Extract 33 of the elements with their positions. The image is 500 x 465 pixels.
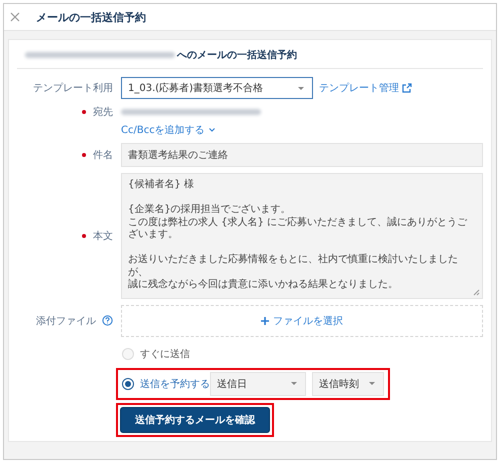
body-text-line: {企業名}の採用担当でございます。 [128, 204, 292, 216]
template-link[interactable]: テンプレート管理 [319, 81, 399, 95]
field-label: 宛先 [93, 106, 113, 119]
close-icon[interactable] [10, 12, 20, 22]
schedule-select[interactable]: 送信時刻 [312, 372, 384, 396]
cc-bcc-link[interactable]: Cc/Bccを追加する [121, 123, 205, 137]
body-text-line: 誠に残念ながら今回は貴意に添いかねる結果となりました。 [128, 279, 399, 292]
body-text-line: この度は弊社の求人 {求人名} にご応募いただきまして、誠にありがとうございます。 [128, 216, 468, 242]
field-label: 件名 [93, 149, 113, 162]
form-heading: へのメールの一括送信予約 [177, 48, 297, 62]
option-label[interactable]: すぐに送信 [140, 346, 190, 360]
body-textarea[interactable]: {候補者名} 様 {企業名}の採用担当でございます。 この度は弊社の求人 {求人名} にご応募いただきまして、誠にありがとうございます。 お送りいただきました応募情報をもとに、社内で慎重に検討いたしましたが、 誠に残念ながら今回は貴意に添いかねる結果となりました。 [121, 173, 483, 298]
dialog-title: メールの一括送信予約 [36, 10, 146, 24]
confirm-button[interactable]: 送信予約するメールを確認 [120, 406, 270, 432]
subject-input[interactable]: 書類選考結果のご連絡 [121, 143, 483, 167]
file-select-button[interactable]: ファイルを選択 [121, 304, 483, 336]
schedule-select[interactable]: 送信日 [210, 372, 306, 396]
resize-handle-icon[interactable] [473, 288, 480, 296]
field-label: テンプレート利用 [33, 82, 113, 95]
chevron-down-icon[interactable] [208, 128, 215, 132]
external-link-icon[interactable] [402, 83, 412, 93]
field-label: 添付ファイル [36, 314, 96, 328]
caret-icon [298, 86, 304, 90]
option-label[interactable]: 送信を予約する [140, 376, 210, 390]
help-icon[interactable] [102, 315, 113, 326]
plus-icon [261, 316, 269, 324]
body-text-line: {候補者名} 様 [128, 179, 195, 192]
body-text-line: お送りいただきました応募情報をもとに、社内で慎重に検討いたしましたが、 [128, 254, 459, 278]
radio-button[interactable] [122, 378, 134, 390]
caret-icon [369, 382, 375, 385]
template-select[interactable]: 1_03.(応募者)書類選考不合格 [121, 77, 313, 99]
field-label: 本文 [93, 230, 113, 243]
caret-icon [291, 382, 297, 385]
